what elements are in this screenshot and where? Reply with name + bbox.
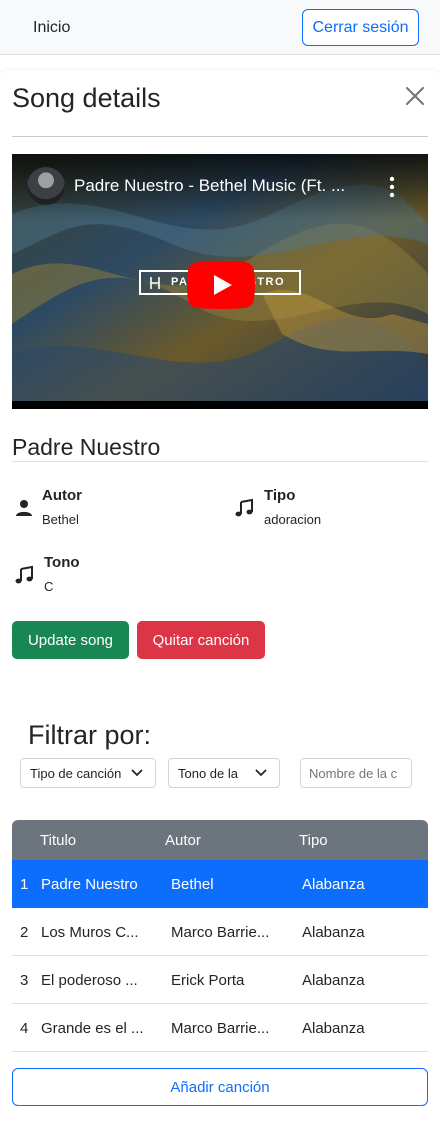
column-header-type[interactable]: Tipo bbox=[299, 832, 328, 849]
row-title: Los Muros C... bbox=[41, 924, 139, 941]
author-label: Autor bbox=[42, 487, 82, 504]
remove-song-button[interactable]: Quitar canción bbox=[137, 621, 265, 659]
row-author: Erick Porta bbox=[171, 972, 245, 989]
home-link[interactable]: Inicio bbox=[33, 19, 70, 37]
column-header-author[interactable]: Autor bbox=[165, 832, 201, 849]
table-row[interactable]: 2 Los Muros C... Marco Barrie... Alabanz… bbox=[12, 908, 428, 956]
song-key-select-value: Tono de la bbox=[178, 766, 238, 781]
row-title: Padre Nuestro bbox=[41, 876, 138, 893]
type-value: adoracion bbox=[264, 512, 322, 527]
song-name-search-input[interactable] bbox=[300, 758, 412, 788]
row-number: 1 bbox=[20, 876, 29, 893]
song-title: Padre Nuestro bbox=[12, 434, 161, 460]
table-row[interactable]: 1 Padre Nuestro Bethel Alabanza bbox=[12, 860, 428, 908]
add-song-button[interactable]: Añadir canción bbox=[12, 1068, 428, 1106]
song-title-divider bbox=[12, 461, 428, 462]
column-header-title[interactable]: Titulo bbox=[40, 832, 76, 849]
chevron-down-icon bbox=[255, 769, 267, 777]
table-header: Titulo Autor Tipo bbox=[12, 820, 428, 860]
chevron-down-icon bbox=[131, 769, 143, 777]
update-song-button[interactable]: Update song bbox=[12, 621, 129, 659]
more-options-icon[interactable] bbox=[385, 174, 399, 200]
table-row[interactable]: 3 El poderoso ... Erick Porta Alabanza bbox=[12, 956, 428, 1004]
row-author: Marco Barrie... bbox=[171, 924, 270, 941]
row-type: Alabanza bbox=[302, 1020, 365, 1037]
songs-table: Titulo Autor Tipo 1 Padre Nuestro Bethel… bbox=[12, 820, 428, 1052]
type-label: Tipo bbox=[264, 487, 296, 504]
song-details-modal: Song details Padre Nuestro - Bethel Musi… bbox=[0, 70, 440, 1130]
logout-button[interactable]: Cerrar sesión bbox=[302, 9, 419, 46]
channel-avatar[interactable] bbox=[27, 167, 65, 205]
music-note-icon bbox=[235, 498, 253, 517]
row-type: Alabanza bbox=[302, 972, 365, 989]
bethel-logo-icon bbox=[150, 277, 160, 289]
video-player[interactable]: Padre Nuestro - Bethel Music (Ft. ... PA… bbox=[12, 154, 428, 409]
close-icon[interactable] bbox=[404, 85, 426, 107]
row-type: Alabanza bbox=[302, 924, 365, 941]
song-type-select[interactable]: Tipo de canción bbox=[20, 758, 156, 788]
play-button-icon[interactable] bbox=[187, 261, 255, 309]
person-icon bbox=[16, 500, 32, 516]
modal-title: Song details bbox=[12, 83, 161, 113]
modal-header-divider bbox=[12, 136, 428, 137]
navbar: Inicio Cerrar sesión bbox=[0, 0, 440, 55]
key-value: C bbox=[44, 579, 54, 594]
filter-title: Filtrar por: bbox=[28, 720, 152, 750]
song-type-select-value: Tipo de canción bbox=[30, 766, 122, 781]
row-number: 3 bbox=[20, 972, 29, 989]
table-row[interactable]: 4 Grande es el ... Marco Barrie... Alaba… bbox=[12, 1004, 428, 1052]
song-key-select[interactable]: Tono de la bbox=[168, 758, 280, 788]
row-number: 2 bbox=[20, 924, 29, 941]
row-title: Grande es el ... bbox=[41, 1020, 144, 1037]
video-title[interactable]: Padre Nuestro - Bethel Music (Ft. ... bbox=[74, 176, 345, 196]
row-number: 4 bbox=[20, 1020, 29, 1037]
row-author: Marco Barrie... bbox=[171, 1020, 270, 1037]
row-type: Alabanza bbox=[302, 876, 365, 893]
row-author: Bethel bbox=[171, 876, 214, 893]
key-label: Tono bbox=[44, 554, 80, 571]
music-note-icon bbox=[15, 565, 33, 584]
row-title: El poderoso ... bbox=[41, 972, 138, 989]
author-value: Bethel bbox=[42, 512, 79, 527]
